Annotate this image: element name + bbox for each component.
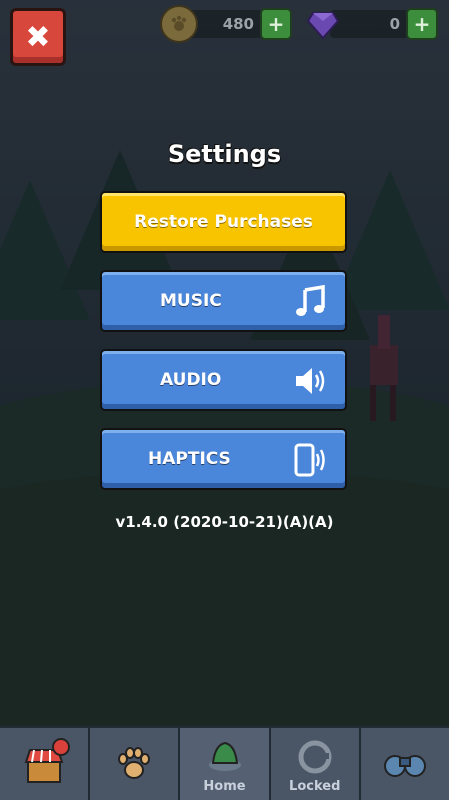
tab-explore[interactable] [360, 728, 449, 800]
gem-icon [306, 7, 340, 41]
close-icon: ✖ [25, 19, 51, 55]
home-icon [208, 741, 241, 771]
phone-vibrate-icon [294, 443, 325, 477]
tab-home[interactable]: Home [180, 728, 271, 800]
notification-badge [52, 738, 71, 756]
restore-purchases-label: Restore Purchases [134, 212, 313, 232]
binoculars-icon [383, 755, 426, 777]
haptics-toggle-button[interactable]: HAPTICS [100, 428, 347, 490]
tab-animals[interactable] [90, 728, 181, 800]
tab-shop[interactable] [0, 728, 91, 800]
tab-locked[interactable]: Locked [270, 728, 361, 800]
add-coins-button[interactable]: + [260, 8, 292, 40]
paw-icon [118, 747, 151, 779]
locked-icon [298, 740, 332, 774]
haptics-label: HAPTICS [148, 449, 231, 469]
tab-home-label: Home [203, 779, 246, 794]
music-note-icon [296, 284, 325, 316]
restore-purchases-button[interactable]: Restore Purchases [100, 191, 347, 253]
coin-count: 480 [188, 10, 264, 38]
gem-counter: 0 + [306, 8, 438, 40]
audio-toggle-button[interactable]: AUDIO [100, 349, 347, 411]
music-toggle-button[interactable]: MUSIC [100, 270, 347, 332]
settings-title: Settings [167, 140, 282, 168]
bottom-tab-bar: Home Locked [0, 726, 449, 800]
audio-label: AUDIO [160, 370, 222, 390]
tab-locked-label: Locked [289, 779, 341, 794]
music-label: MUSIC [160, 291, 222, 311]
version-text: v1.4.0 (2020-10-21)(A)(A) [115, 513, 334, 531]
speaker-icon [296, 368, 325, 394]
gem-count: 0 [330, 10, 410, 38]
add-gems-button[interactable]: + [406, 8, 438, 40]
coin-counter: 480 + [160, 5, 292, 43]
close-button[interactable]: ✖ [10, 8, 66, 66]
paw-coin-icon [160, 5, 198, 43]
